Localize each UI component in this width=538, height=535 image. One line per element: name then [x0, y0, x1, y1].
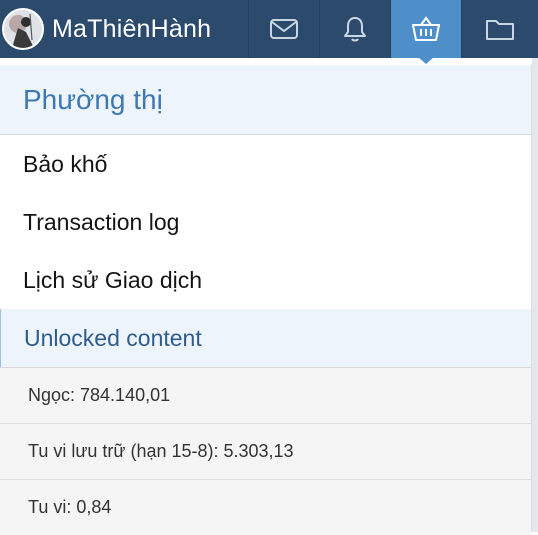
bell-icon	[344, 17, 366, 42]
inbox-button[interactable]	[248, 0, 319, 58]
avatar-image-icon	[4, 10, 42, 48]
top-navigation-bar: MaThiênHành	[0, 0, 538, 58]
envelope-icon	[270, 19, 298, 39]
menu-item-unlocked-content[interactable]: Unlocked content	[0, 309, 531, 367]
avatar[interactable]	[2, 8, 44, 50]
username[interactable]: MaThiênHành	[52, 15, 211, 44]
menu-item-bao-kho[interactable]: Bảo khố	[0, 135, 531, 193]
panel-title: Phường thị	[0, 65, 531, 135]
page-background-edge	[532, 58, 538, 532]
user-menu[interactable]: MaThiênHành	[0, 0, 248, 58]
menu-item-lich-su-giao-dich[interactable]: Lịch sử Giao dịch	[0, 251, 531, 309]
folder-icon	[486, 20, 514, 40]
stat-ngoc: Ngọc: 784.140,01	[0, 367, 531, 423]
stat-tu-vi-luu-tru: Tu vi lưu trữ (hạn 15-8): 5.303,13	[0, 423, 531, 479]
shop-dropdown-panel: Phường thị Bảo khố Transaction log Lịch …	[0, 65, 532, 535]
alerts-button[interactable]	[319, 0, 390, 58]
shop-button[interactable]	[390, 0, 461, 58]
stat-tu-vi: Tu vi: 0,84	[0, 479, 531, 535]
files-button[interactable]	[461, 0, 538, 58]
menu-item-transaction-log[interactable]: Transaction log	[0, 193, 531, 251]
basket-icon	[412, 16, 440, 41]
